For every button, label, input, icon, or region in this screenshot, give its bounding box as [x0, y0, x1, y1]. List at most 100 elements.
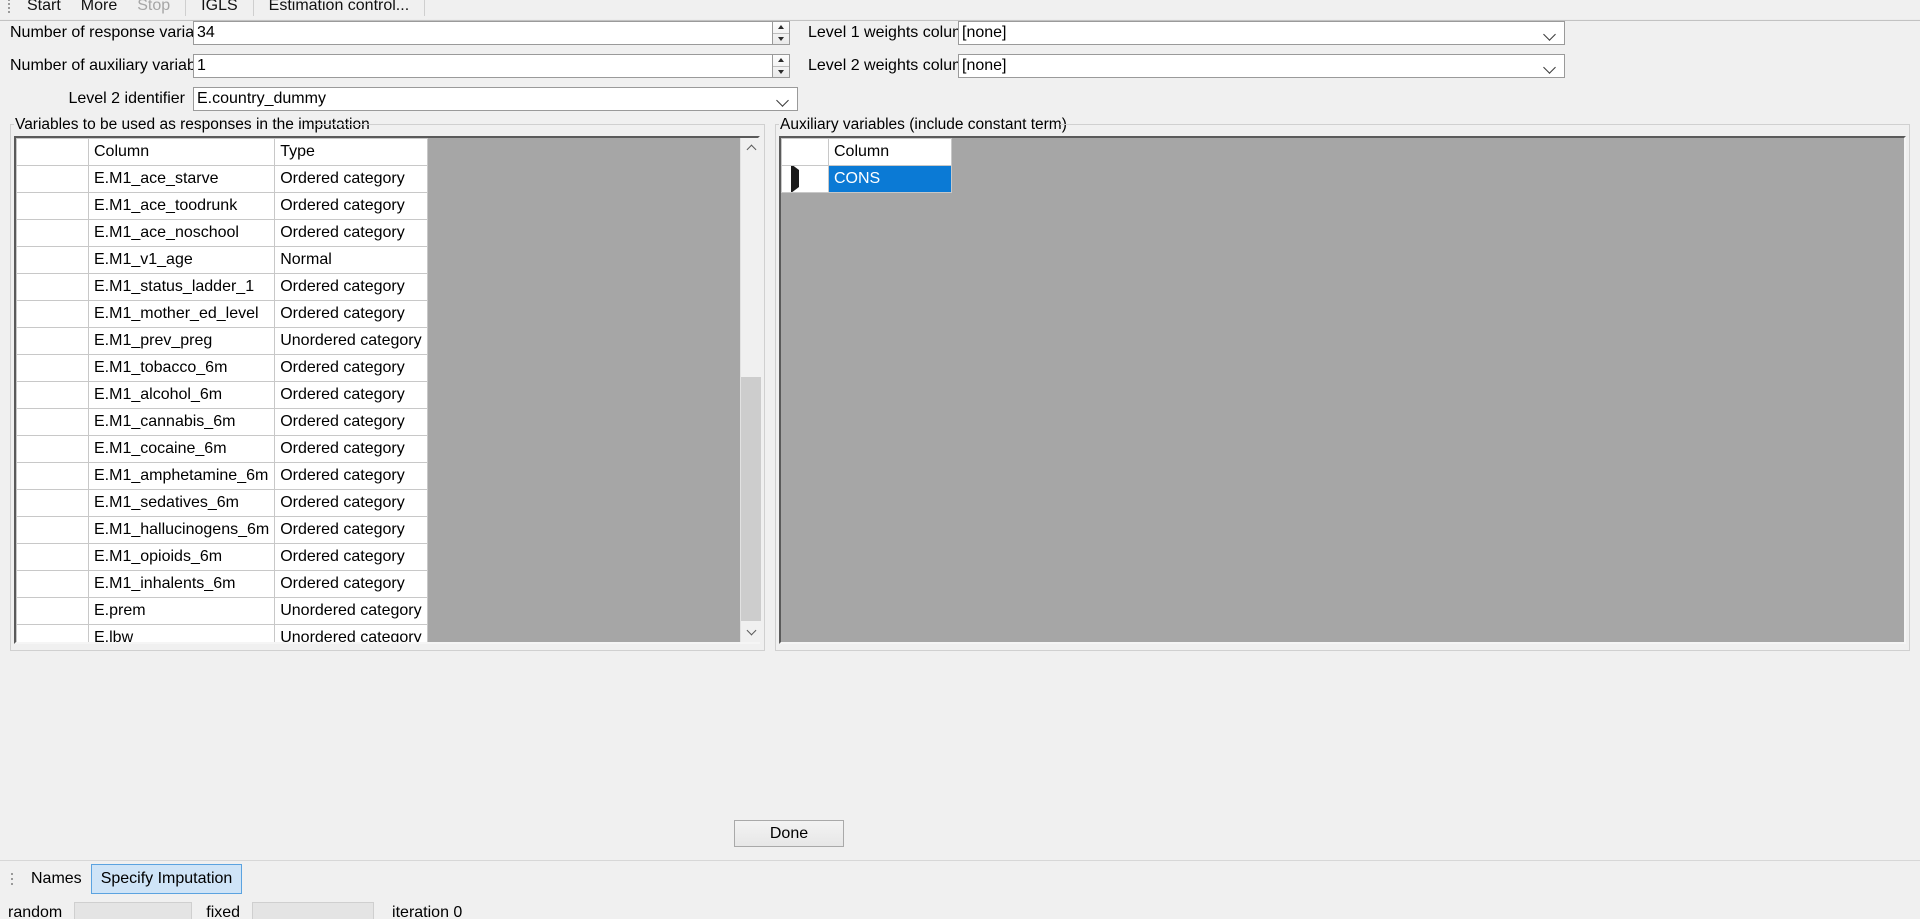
response-type-cell[interactable]: Ordered category [274, 408, 428, 436]
row-select-cell[interactable] [16, 597, 89, 625]
response-column-cell[interactable]: E.M1_sedatives_6m [87, 489, 276, 517]
table-row[interactable]: E.M1_cannabis_6m Ordered category [16, 408, 428, 436]
response-type-cell[interactable]: Ordered category [274, 192, 428, 220]
num-response-spinner[interactable] [773, 21, 790, 45]
row-select-cell[interactable] [16, 300, 89, 328]
row-select-cell[interactable] [16, 354, 89, 382]
response-column-cell[interactable]: E.M1_mother_ed_level [87, 300, 276, 328]
num-aux-spinner[interactable] [773, 54, 790, 78]
row-select-cell[interactable] [781, 165, 829, 193]
response-type-cell[interactable]: Normal [274, 246, 428, 274]
num-response-input[interactable]: 34 [193, 21, 773, 45]
row-select-cell[interactable] [16, 165, 89, 193]
table-row[interactable]: E.M1_sedatives_6m Ordered category [16, 489, 428, 517]
igls-button[interactable]: IGLS [191, 0, 247, 18]
response-column-cell[interactable]: E.M1_inhalents_6m [87, 570, 276, 598]
row-select-cell[interactable] [16, 516, 89, 544]
response-column-cell[interactable]: E.M1_tobacco_6m [87, 354, 276, 382]
response-type-cell[interactable]: Unordered category [274, 597, 428, 625]
response-column-cell[interactable]: E.M1_ace_toodrunk [87, 192, 276, 220]
num-aux-input[interactable]: 1 [193, 54, 773, 78]
table-row[interactable]: E.M1_alcohol_6m Ordered category [16, 381, 428, 409]
row-select-cell[interactable] [16, 435, 89, 463]
row-select-cell[interactable] [16, 246, 89, 274]
response-column-cell[interactable]: E.M1_prev_preg [87, 327, 276, 355]
chevron-down-icon[interactable] [778, 88, 789, 110]
fixed-field[interactable] [252, 901, 375, 919]
response-column-cell[interactable]: E.M1_v1_age [87, 246, 276, 274]
row-select-cell[interactable] [16, 570, 89, 598]
level2-weights-select[interactable]: [none] [958, 54, 1565, 78]
row-select-cell[interactable] [16, 624, 89, 642]
table-row[interactable]: E.M1_ace_starve Ordered category [16, 165, 428, 193]
response-column-cell[interactable]: E.prem [87, 597, 276, 625]
response-type-cell[interactable]: Unordered category [274, 624, 428, 642]
response-type-cell[interactable]: Ordered category [274, 489, 428, 517]
more-button[interactable]: More [71, 0, 127, 18]
level1-weights-select[interactable]: [none] [958, 21, 1565, 45]
random-field[interactable] [74, 901, 193, 919]
row-select-cell[interactable] [16, 219, 89, 247]
response-column-cell[interactable]: E.M1_cannabis_6m [87, 408, 276, 436]
response-type-cell[interactable]: Unordered category [274, 327, 428, 355]
level2-identifier-select[interactable]: E.country_dummy [193, 87, 798, 111]
response-column-cell[interactable]: E.M1_alcohol_6m [87, 381, 276, 409]
row-select-cell[interactable] [16, 273, 89, 301]
row-select-cell[interactable] [16, 489, 89, 517]
table-row[interactable]: CONS [781, 165, 952, 193]
row-select-cell[interactable] [16, 543, 89, 571]
responses-scrollbar[interactable] [740, 138, 761, 642]
table-row[interactable]: E.M1_status_ladder_1 Ordered category [16, 273, 428, 301]
auxiliary-grid[interactable]: Column CONS [779, 136, 1906, 644]
table-row[interactable]: E.M1_mother_ed_level Ordered category [16, 300, 428, 328]
table-row[interactable]: E.M1_prev_preg Unordered category [16, 327, 428, 355]
tabstrip-drag-grip-icon[interactable] [8, 868, 16, 890]
done-button[interactable]: Done [734, 820, 844, 847]
response-type-cell[interactable]: Ordered category [274, 300, 428, 328]
aux-column-cell[interactable]: CONS [828, 165, 952, 193]
table-row[interactable]: E.M1_tobacco_6m Ordered category [16, 354, 428, 382]
row-select-cell[interactable] [16, 381, 89, 409]
estimation-control-button[interactable]: Estimation control... [259, 0, 420, 18]
toolbar-drag-grip-icon[interactable] [6, 0, 13, 16]
spinner-down-icon[interactable] [773, 67, 789, 78]
scrollbar-thumb[interactable] [741, 377, 761, 621]
row-select-cell[interactable] [16, 327, 89, 355]
table-row[interactable]: E.M1_hallucinogens_6m Ordered category [16, 516, 428, 544]
spinner-up-icon[interactable] [773, 55, 789, 67]
scroll-down-icon[interactable] [741, 621, 761, 642]
response-type-cell[interactable]: Ordered category [274, 570, 428, 598]
row-select-cell[interactable] [16, 192, 89, 220]
response-type-cell[interactable]: Ordered category [274, 543, 428, 571]
start-button[interactable]: Start [17, 0, 71, 18]
row-select-cell[interactable] [16, 462, 89, 490]
response-column-cell[interactable]: E.lbw [87, 624, 276, 642]
tab-specify-imputation[interactable]: Specify Imputation [90, 863, 243, 894]
table-row[interactable]: E.M1_ace_toodrunk Ordered category [16, 192, 428, 220]
response-type-cell[interactable]: Ordered category [274, 435, 428, 463]
table-row[interactable]: E.M1_inhalents_6m Ordered category [16, 570, 428, 598]
row-select-cell[interactable] [16, 408, 89, 436]
response-type-cell[interactable]: Ordered category [274, 354, 428, 382]
response-column-cell[interactable]: E.M1_amphetamine_6m [87, 462, 276, 490]
spinner-up-icon[interactable] [773, 22, 789, 34]
tab-names[interactable]: Names [22, 865, 91, 893]
responses-grid[interactable]: Column Type E.M1_ace_starve Ordered categ… [14, 136, 760, 644]
table-row[interactable]: E.prem Unordered category [16, 597, 428, 625]
spinner-down-icon[interactable] [773, 34, 789, 45]
table-row[interactable]: E.M1_amphetamine_6m Ordered category [16, 462, 428, 490]
response-column-cell[interactable]: E.M1_cocaine_6m [87, 435, 276, 463]
response-column-cell[interactable]: E.M1_status_ladder_1 [87, 273, 276, 301]
table-row[interactable]: E.M1_ace_noschool Ordered category [16, 219, 428, 247]
response-type-cell[interactable]: Ordered category [274, 219, 428, 247]
table-row[interactable]: E.M1_opioids_6m Ordered category [16, 543, 428, 571]
response-type-cell[interactable]: Ordered category [274, 381, 428, 409]
response-type-cell[interactable]: Ordered category [274, 516, 428, 544]
response-column-cell[interactable]: E.M1_ace_starve [87, 165, 276, 193]
chevron-down-icon[interactable] [1545, 55, 1556, 77]
scrollbar-track[interactable] [741, 159, 761, 621]
table-row[interactable]: E.M1_cocaine_6m Ordered category [16, 435, 428, 463]
response-type-cell[interactable]: Ordered category [274, 165, 428, 193]
chevron-down-icon[interactable] [1545, 22, 1556, 44]
table-row[interactable]: E.lbw Unordered category [16, 624, 428, 642]
